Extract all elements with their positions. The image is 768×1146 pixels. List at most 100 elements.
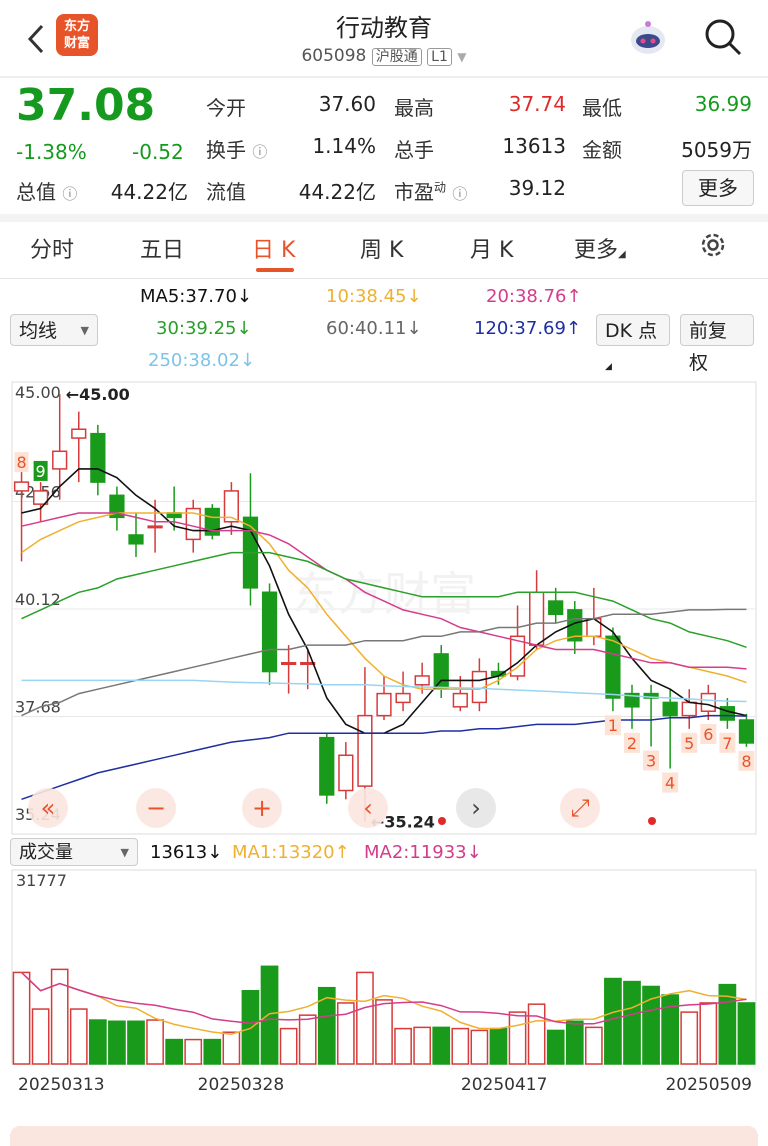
volume-ma2: MA2:11933↓ <box>364 842 482 863</box>
y-tick-label: 45.00 <box>15 383 61 402</box>
adjust-button[interactable]: 前复权 <box>680 314 754 374</box>
ma5-value: MA5:37.70↓ <box>140 286 252 307</box>
stock-code: 605098 <box>301 46 367 66</box>
high-label: 最高 <box>394 96 434 120</box>
event-dot <box>648 817 656 825</box>
zoom-out-button[interactable]: − <box>136 788 176 828</box>
volume-bar <box>451 1027 470 1065</box>
prev-button[interactable]: ‹ <box>348 788 388 828</box>
x-axis-date-label: 20250509 <box>665 1075 752 1095</box>
mktcap-label-text: 总值 <box>16 180 56 204</box>
candle <box>738 713 755 747</box>
ma20-text: 20:38.76 <box>486 286 567 307</box>
signal-tag: 7 <box>719 732 736 753</box>
candle-body <box>414 675 430 686</box>
mktcap-label[interactable]: 总值 ⓘ <box>16 176 77 205</box>
dk-point-button[interactable]: DK 点 ◢ <box>596 314 670 372</box>
control-icon: › <box>471 794 481 822</box>
volume-bar <box>699 1002 718 1065</box>
volume-bar <box>527 1003 546 1065</box>
scroll-left-fast-button[interactable]: « <box>28 788 68 828</box>
tab-monthly-k[interactable]: 月 K <box>470 232 513 264</box>
search-icon[interactable] <box>702 16 744 58</box>
volume-indicator-select[interactable]: 成交量 ▼ <box>10 838 138 866</box>
volume-bar <box>146 1019 164 1065</box>
ma20-value: 20:38.76↑ <box>486 286 582 307</box>
pe-label-text: 市盈 <box>394 180 434 204</box>
candle <box>338 742 354 800</box>
volume-chart[interactable]: 31777 20250313 20250328 20250417 20250509 <box>0 866 768 1098</box>
candle <box>509 605 526 681</box>
next-button[interactable]: › <box>456 788 496 828</box>
signal-tag: 5 <box>681 732 698 753</box>
candlestick-chart[interactable]: 45.0042.5640.1237.6835.24东方财富←45.00←35.2… <box>0 380 768 840</box>
control-icon: « <box>41 794 56 822</box>
volume-bar <box>356 971 374 1065</box>
volume-ma1: MA1:13320↑ <box>232 842 350 863</box>
up-arrow: ↑ <box>334 842 350 863</box>
volume-bar <box>375 999 393 1065</box>
pe-value: 39.12 <box>508 176 566 200</box>
pe-label[interactable]: 市盈动 ⓘ <box>394 176 467 205</box>
high-marker: ←45.00 <box>66 385 130 404</box>
candle-body <box>280 662 297 665</box>
candle <box>681 689 697 729</box>
candle-body <box>261 591 278 673</box>
volume-bar <box>470 1029 489 1065</box>
bottom-banner[interactable] <box>10 1126 758 1146</box>
signal-label: 6 <box>703 725 713 744</box>
candle-body <box>338 754 354 792</box>
signal-label: 3 <box>646 751 656 770</box>
settings-gear-icon[interactable] <box>698 230 728 266</box>
header-divider <box>0 76 768 78</box>
tab-intraday[interactable]: 分时 <box>30 232 74 264</box>
candle-body <box>376 692 392 717</box>
volume-bar <box>394 1027 412 1065</box>
high-value: 37.74 <box>508 92 566 116</box>
watermark-text: 东方财富 <box>292 567 476 621</box>
amount-label: 金额 <box>582 138 622 162</box>
corner-triangle-icon: ◢ <box>618 249 626 260</box>
volume-bar <box>165 1038 184 1065</box>
candle-body <box>13 481 30 492</box>
candle <box>71 411 87 483</box>
info-icon: ⓘ <box>252 143 268 161</box>
up-arrow: ↑ <box>565 318 582 339</box>
volume-bar <box>565 1020 584 1065</box>
candle-body <box>528 591 545 646</box>
more-quote-button[interactable]: 更多 <box>682 170 754 206</box>
candle <box>166 486 182 531</box>
zoom-in-button[interactable]: + <box>242 788 282 828</box>
turnover-label[interactable]: 换手 ⓘ <box>206 134 267 163</box>
signal-label: 4 <box>665 773 675 792</box>
candle <box>280 645 297 694</box>
control-icon: − <box>146 794 166 822</box>
y-tick-label: 40.12 <box>15 590 61 609</box>
active-tab-underline <box>256 268 294 272</box>
volume-bar <box>546 1029 565 1065</box>
tab-daily-k[interactable]: 日 K <box>252 232 295 264</box>
volume-bar <box>432 1026 451 1065</box>
candle <box>261 583 278 685</box>
candle-body <box>548 600 564 616</box>
signal-label: 1 <box>608 716 618 735</box>
candle <box>548 587 564 624</box>
candle-body <box>433 653 449 690</box>
volume-bar <box>184 1038 203 1065</box>
x-axis-date-label: 20250328 <box>198 1075 285 1095</box>
assistant-robot-icon[interactable] <box>626 16 670 60</box>
tab-more[interactable]: 更多◢ <box>574 232 626 264</box>
signal-tag: 8 <box>738 750 755 771</box>
tab-5day[interactable]: 五日 <box>140 232 184 264</box>
volume-value-label: 13613↓ <box>150 842 222 863</box>
float-value: 44.22亿 <box>298 180 376 204</box>
candle-body <box>71 428 87 439</box>
candle-body <box>452 692 468 708</box>
ma5-text: MA5:37.70 <box>140 286 237 307</box>
down-arrow: ↓ <box>406 286 422 307</box>
indicator-select[interactable]: 均线 ▼ <box>10 314 98 346</box>
tab-weekly-k[interactable]: 周 K <box>360 232 403 264</box>
signal-label: 8 <box>741 752 751 771</box>
change-amount: -0.52 <box>132 140 184 164</box>
fullscreen-button[interactable]: ⤢ <box>560 788 600 828</box>
